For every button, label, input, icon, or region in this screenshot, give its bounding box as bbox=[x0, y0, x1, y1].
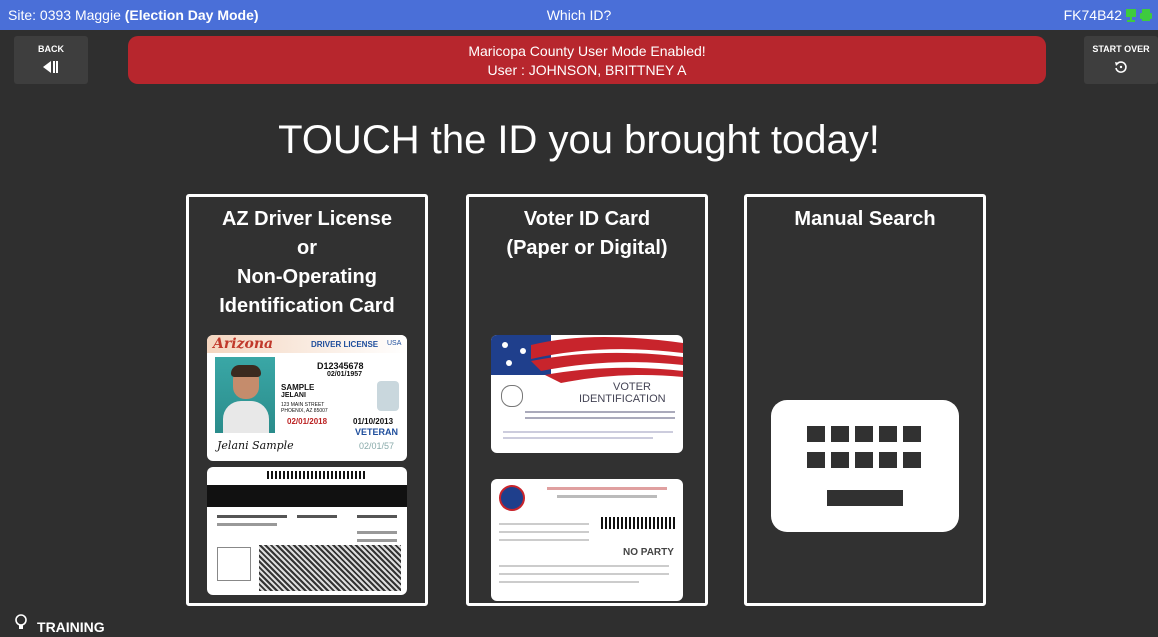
back-button-label: BACK bbox=[38, 44, 64, 54]
option-title: AZ Driver License or Non-Operating Ident… bbox=[219, 208, 395, 317]
training-indicator: TRAINING bbox=[14, 614, 105, 637]
start-over-button[interactable]: START OVER bbox=[1084, 36, 1158, 84]
back-icon bbox=[14, 60, 88, 78]
status-icons bbox=[1125, 8, 1152, 22]
top-bar: Site: 0393 Maggie (Election Day Mode) Wh… bbox=[0, 0, 1158, 30]
network-status-icon bbox=[1126, 9, 1136, 22]
screen-title: Which ID? bbox=[546, 7, 612, 23]
option-manual-search[interactable]: Manual Search bbox=[744, 194, 986, 606]
device-id: FK74B42 bbox=[1063, 7, 1122, 23]
page-headline: TOUCH the ID you brought today! bbox=[278, 118, 880, 162]
banner-line-2: User : JOHNSON, BRITTNEY A bbox=[487, 62, 687, 78]
restart-icon bbox=[1084, 60, 1158, 79]
lightbulb-icon bbox=[14, 614, 33, 636]
driver-license-front-image: Arizona DRIVER LICENSE USA D12345678 02/… bbox=[207, 335, 407, 461]
option-voter-id-card[interactable]: Voter ID Card (Paper or Digital) VOTER I… bbox=[466, 194, 708, 606]
voter-id-front-image: VOTER IDENTIFICATION bbox=[491, 335, 683, 453]
user-mode-banner: Maricopa County User Mode Enabled! User … bbox=[128, 36, 1046, 84]
option-title: Manual Search bbox=[794, 208, 936, 230]
printer-status-icon bbox=[1140, 9, 1152, 21]
option-driver-license[interactable]: AZ Driver License or Non-Operating Ident… bbox=[186, 194, 428, 606]
voter-id-back-image: NO PARTY bbox=[491, 479, 683, 601]
start-over-label: START OVER bbox=[1092, 44, 1150, 54]
driver-license-back-image bbox=[207, 467, 407, 595]
back-button[interactable]: BACK bbox=[14, 36, 88, 84]
training-label: TRAINING bbox=[37, 619, 105, 635]
option-title: Voter ID Card (Paper or Digital) bbox=[506, 208, 668, 259]
portrait-photo bbox=[215, 357, 275, 433]
banner-line-1: Maricopa County User Mode Enabled! bbox=[468, 43, 706, 59]
keyboard-icon bbox=[771, 400, 959, 532]
